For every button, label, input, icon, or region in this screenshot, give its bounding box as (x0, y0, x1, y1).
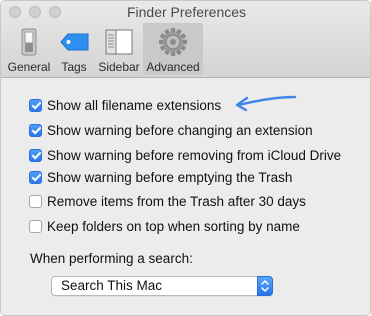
gear-icon (159, 28, 187, 56)
annotation-arrow-icon (235, 95, 297, 112)
advanced-settings-pane: Show all filename extensions Show warnin… (1, 78, 370, 315)
updown-chevron-icon[interactable] (257, 276, 273, 296)
option-show-filename-extensions[interactable]: Show all filename extensions (29, 96, 221, 114)
tab-tags[interactable]: Tags (55, 23, 93, 75)
option-label: Show warning before removing from iCloud… (47, 147, 342, 163)
checkbox-checked[interactable] (29, 98, 42, 112)
tag-icon (60, 33, 89, 51)
tab-sidebar-label: Sidebar (98, 60, 140, 74)
option-folders-on-top[interactable]: Keep folders on top when sorting by name (29, 217, 300, 235)
sidebar-icon (105, 29, 133, 55)
tab-sidebar[interactable]: Sidebar (95, 23, 143, 75)
checkbox-unchecked[interactable] (29, 194, 42, 208)
tab-general[interactable]: General (5, 23, 53, 75)
checkbox-checked[interactable] (29, 170, 42, 184)
option-remove-trash-30-days[interactable]: Remove items from the Trash after 30 day… (29, 192, 306, 210)
finder-preferences-window: Finder Preferences General Tags Sidebar … (0, 0, 371, 316)
option-warn-removing-icloud[interactable]: Show warning before removing from iCloud… (29, 146, 341, 164)
tab-tags-label: Tags (61, 60, 87, 74)
general-switch-icon (21, 28, 37, 56)
window-title: Finder Preferences (126, 4, 247, 20)
checkbox-unchecked[interactable] (29, 219, 42, 233)
checkbox-checked[interactable] (29, 148, 42, 162)
tab-advanced[interactable]: Advanced (143, 23, 203, 75)
title-bar: Finder Preferences General Tags Sidebar … (1, 1, 370, 78)
option-label: Show warning before changing an extensio… (47, 122, 313, 138)
tab-advanced-label: Advanced (146, 60, 200, 74)
option-label: Show all filename extensions (47, 97, 222, 113)
search-scope-label: When performing a search: (30, 251, 193, 266)
search-scope-select[interactable]: Search This Mac (51, 276, 273, 296)
option-label: Keep folders on top when sorting by name (47, 218, 300, 234)
option-label: Show warning before emptying the Trash (47, 169, 293, 185)
option-warn-emptying-trash[interactable]: Show warning before emptying the Trash (29, 168, 292, 186)
tab-general-label: General (7, 60, 51, 74)
search-scope-value: Search This Mac (61, 278, 163, 293)
option-warn-changing-extension[interactable]: Show warning before changing an extensio… (29, 121, 313, 139)
checkbox-checked[interactable] (29, 123, 42, 137)
option-label: Remove items from the Trash after 30 day… (47, 193, 306, 209)
